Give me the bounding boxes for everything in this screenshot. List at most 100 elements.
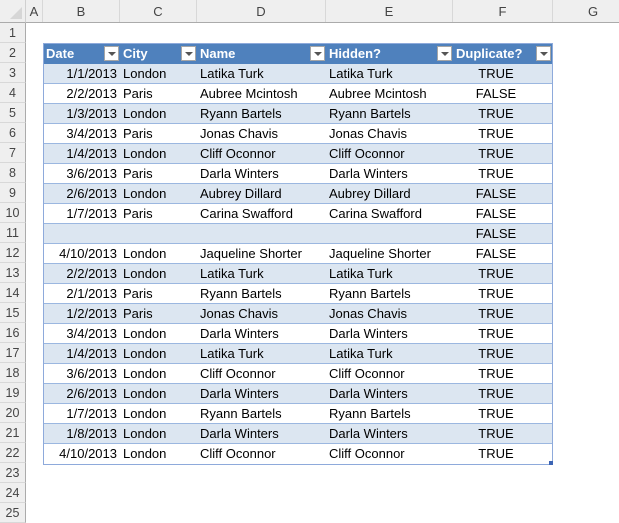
cell-duplicate[interactable]: TRUE [454, 164, 552, 183]
column-header-g[interactable]: G [553, 0, 619, 22]
cell-duplicate[interactable]: TRUE [454, 444, 552, 463]
cell-name[interactable]: Latika Turk [198, 64, 327, 83]
cell-name[interactable] [198, 224, 327, 243]
cell-name[interactable]: Aubree Mcintosh [198, 84, 327, 103]
cell-date[interactable]: 3/6/2013 [44, 364, 120, 383]
cell-date[interactable]: 2/6/2013 [44, 184, 120, 203]
cell-hidden[interactable]: Latika Turk [327, 344, 454, 363]
column-header-b[interactable]: B [43, 0, 120, 22]
cell-city[interactable]: Paris [121, 284, 198, 303]
cell-name[interactable]: Latika Turk [198, 344, 327, 363]
row-header-17[interactable]: 17 [0, 343, 26, 363]
row-header-10[interactable]: 10 [0, 203, 26, 223]
cell-duplicate[interactable]: TRUE [454, 284, 552, 303]
cell-city[interactable]: Paris [121, 164, 198, 183]
cell-date[interactable]: 4/10/2013 [44, 244, 120, 263]
cell-date[interactable]: 2/2/2013 [44, 264, 120, 283]
cell-duplicate[interactable]: TRUE [454, 324, 552, 343]
cell-hidden[interactable]: Carina Swafford [327, 204, 454, 223]
row-header-9[interactable]: 9 [0, 183, 26, 203]
cell-city[interactable]: London [121, 184, 198, 203]
row-header-7[interactable]: 7 [0, 143, 26, 163]
cell-date[interactable]: 3/6/2013 [44, 164, 120, 183]
row-header-13[interactable]: 13 [0, 263, 26, 283]
cell-city[interactable]: London [121, 104, 198, 123]
cell-name[interactable]: Cliff Oconnor [198, 444, 327, 463]
filter-dropdown-name[interactable] [310, 46, 325, 61]
cell-name[interactable]: Ryann Bartels [198, 404, 327, 423]
cell-hidden[interactable]: Aubree Mcintosh [327, 84, 454, 103]
row-header-6[interactable]: 6 [0, 123, 26, 143]
cell-name[interactable]: Jaqueline Shorter [198, 244, 327, 263]
row-header-5[interactable]: 5 [0, 103, 26, 123]
cell-hidden[interactable]: Ryann Bartels [327, 104, 454, 123]
cell-city[interactable]: London [121, 384, 198, 403]
cell-hidden[interactable]: Jaqueline Shorter [327, 244, 454, 263]
cell-duplicate[interactable]: TRUE [454, 404, 552, 423]
cell-city[interactable]: London [121, 364, 198, 383]
cell-hidden[interactable]: Aubrey Dillard [327, 184, 454, 203]
cell-date[interactable]: 4/10/2013 [44, 444, 120, 463]
row-header-12[interactable]: 12 [0, 243, 26, 263]
row-header-20[interactable]: 20 [0, 403, 26, 423]
cell-city[interactable]: London [121, 344, 198, 363]
cell-date[interactable]: 1/4/2013 [44, 344, 120, 363]
cell-duplicate[interactable]: TRUE [454, 64, 552, 83]
cell-name[interactable]: Jonas Chavis [198, 124, 327, 143]
cell-date[interactable]: 1/1/2013 [44, 64, 120, 83]
cell-hidden[interactable]: Ryann Bartels [327, 404, 454, 423]
cell-city[interactable]: London [121, 144, 198, 163]
cell-date[interactable]: 3/4/2013 [44, 324, 120, 343]
row-header-22[interactable]: 22 [0, 443, 26, 463]
cell-name[interactable]: Darla Winters [198, 384, 327, 403]
cell-date[interactable]: 1/3/2013 [44, 104, 120, 123]
cell-duplicate[interactable]: FALSE [454, 184, 552, 203]
cell-duplicate[interactable]: TRUE [454, 384, 552, 403]
cell-date[interactable]: 1/4/2013 [44, 144, 120, 163]
row-header-2[interactable]: 2 [0, 43, 26, 63]
cell-hidden[interactable]: Cliff Oconnor [327, 364, 454, 383]
cell-hidden[interactable]: Latika Turk [327, 64, 454, 83]
cell-hidden[interactable]: Latika Turk [327, 264, 454, 283]
row-header-25[interactable]: 25 [0, 503, 26, 523]
row-header-24[interactable]: 24 [0, 483, 26, 503]
cell-date[interactable]: 2/6/2013 [44, 384, 120, 403]
cell-date[interactable]: 2/1/2013 [44, 284, 120, 303]
row-header-1[interactable]: 1 [0, 23, 26, 43]
cell-duplicate[interactable]: TRUE [454, 264, 552, 283]
row-header-23[interactable]: 23 [0, 463, 26, 483]
cell-name[interactable]: Jonas Chavis [198, 304, 327, 323]
cell-city[interactable]: Paris [121, 204, 198, 223]
cell-date[interactable]: 1/2/2013 [44, 304, 120, 323]
cell-name[interactable]: Darla Winters [198, 164, 327, 183]
cell-hidden[interactable]: Darla Winters [327, 164, 454, 183]
cell-duplicate[interactable]: TRUE [454, 124, 552, 143]
cell-duplicate[interactable]: TRUE [454, 304, 552, 323]
cell-name[interactable]: Carina Swafford [198, 204, 327, 223]
cell-hidden[interactable]: Jonas Chavis [327, 124, 454, 143]
cell-duplicate[interactable]: TRUE [454, 144, 552, 163]
cell-date[interactable]: 1/8/2013 [44, 424, 120, 443]
cell-city[interactable]: Paris [121, 84, 198, 103]
cell-name[interactable]: Cliff Oconnor [198, 364, 327, 383]
row-header-4[interactable]: 4 [0, 83, 26, 103]
cell-city[interactable]: Paris [121, 304, 198, 323]
row-header-21[interactable]: 21 [0, 423, 26, 443]
cell-name[interactable]: Darla Winters [198, 324, 327, 343]
cell-duplicate[interactable]: FALSE [454, 204, 552, 223]
row-header-18[interactable]: 18 [0, 363, 26, 383]
row-header-16[interactable]: 16 [0, 323, 26, 343]
cell-date[interactable]: 3/4/2013 [44, 124, 120, 143]
cell-city[interactable]: London [121, 64, 198, 83]
cell-date[interactable]: 1/7/2013 [44, 404, 120, 423]
cell-duplicate[interactable]: TRUE [454, 104, 552, 123]
cell-hidden[interactable]: Cliff Oconnor [327, 144, 454, 163]
cell-date[interactable]: 1/7/2013 [44, 204, 120, 223]
cell-city[interactable]: London [121, 424, 198, 443]
cell-duplicate[interactable]: FALSE [454, 84, 552, 103]
cell-hidden[interactable] [327, 224, 454, 243]
cell-duplicate[interactable]: TRUE [454, 364, 552, 383]
cell-hidden[interactable]: Darla Winters [327, 424, 454, 443]
cell-city[interactable]: London [121, 244, 198, 263]
filter-dropdown-city[interactable] [181, 46, 196, 61]
